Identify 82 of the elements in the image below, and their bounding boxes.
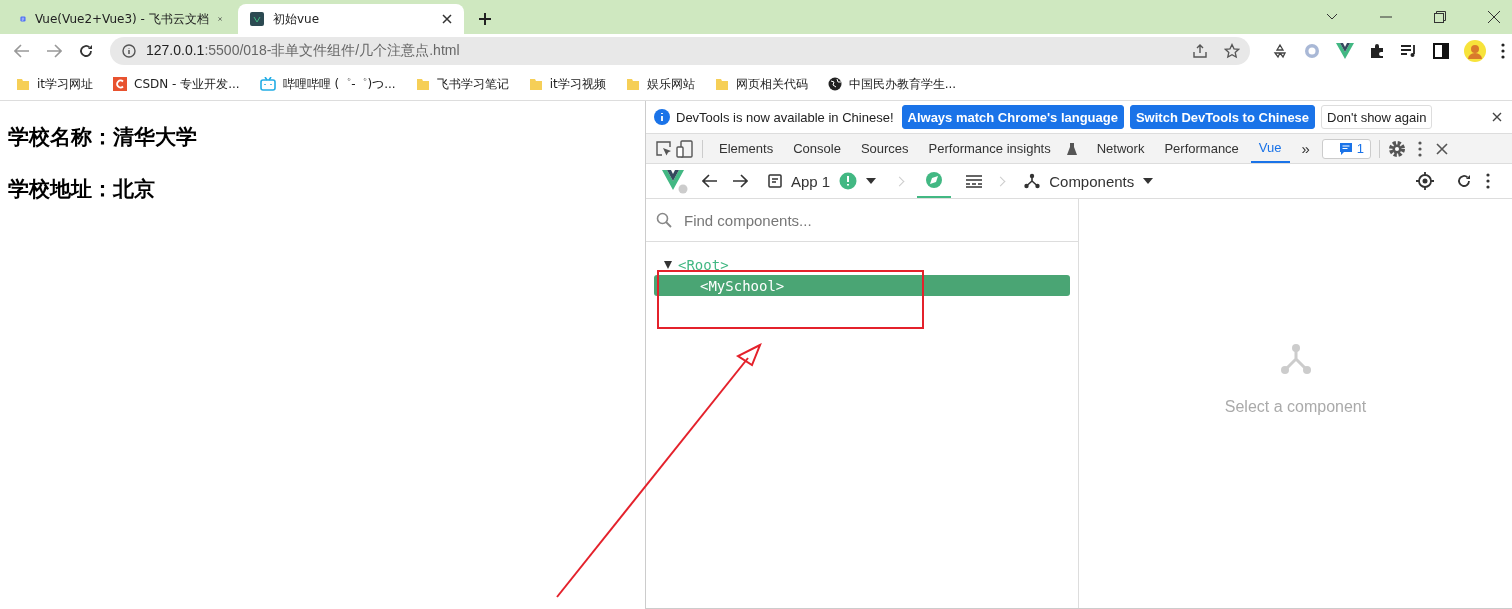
flask-icon bbox=[1066, 142, 1077, 155]
bookmark[interactable]: it学习视频 bbox=[528, 75, 606, 93]
media-icon[interactable] bbox=[1400, 44, 1418, 58]
hierarchy-icon bbox=[1024, 173, 1041, 189]
bookmark[interactable]: 飞书学习笔记 bbox=[415, 75, 509, 93]
avatar-icon[interactable] bbox=[1464, 40, 1486, 62]
close-icon[interactable] bbox=[1492, 112, 1502, 122]
info-message: DevTools is now available in Chinese! bbox=[676, 109, 894, 125]
language-button[interactable]: Switch DevTools to Chinese bbox=[1129, 105, 1316, 129]
plus-icon[interactable] bbox=[478, 11, 492, 26]
devtools-tab[interactable]: Vue bbox=[1250, 134, 1290, 163]
heading-text: 学校地址：北京 bbox=[8, 176, 156, 203]
app-selector[interactable]: App 1 bbox=[762, 172, 883, 190]
back-icon[interactable] bbox=[702, 174, 718, 188]
bookmark[interactable]: 哔哩哔哩 (゜-゜)つ... bbox=[259, 75, 396, 93]
puzzle-icon[interactable] bbox=[1369, 43, 1385, 59]
star-icon[interactable] bbox=[1224, 43, 1240, 59]
folder-icon bbox=[625, 77, 640, 91]
view-selector[interactable]: Components bbox=[1018, 172, 1160, 190]
component-name: <Root> bbox=[678, 256, 729, 273]
chevron-down-icon[interactable] bbox=[1326, 13, 1338, 21]
tab-title: 初始vue bbox=[273, 10, 321, 28]
devtools-tab[interactable]: Sources bbox=[852, 134, 917, 163]
timeline-icon[interactable] bbox=[965, 174, 984, 188]
caret-icon bbox=[1143, 178, 1154, 184]
dismiss-button[interactable]: Don't show again bbox=[1321, 105, 1433, 129]
caret-down-icon bbox=[664, 260, 672, 269]
vue-logo-icon[interactable] bbox=[1336, 43, 1354, 59]
app-icon bbox=[768, 174, 782, 188]
devtools-tab[interactable]: Elements bbox=[711, 134, 782, 163]
csdn-logo-icon bbox=[113, 77, 128, 91]
globe-icon bbox=[827, 77, 842, 91]
more-tabs-button[interactable]: » bbox=[1301, 140, 1310, 157]
more-icon[interactable] bbox=[1501, 43, 1505, 59]
folder-icon bbox=[16, 77, 30, 91]
heading-text: 学校名称：清华大学 bbox=[8, 124, 198, 151]
bookmark[interactable]: CSDN - 专业开发... bbox=[113, 75, 240, 93]
address-bar[interactable]: 127.0.0.1:5500/018-非单文件组件/几个注意点.html bbox=[110, 37, 1250, 65]
bookmark[interactable]: 网页相关代码 bbox=[714, 75, 808, 93]
issues-button[interactable]: 1 bbox=[1321, 138, 1372, 159]
empty-state-text: Select a component bbox=[1224, 397, 1367, 416]
reload-icon[interactable] bbox=[78, 43, 94, 59]
folder-icon bbox=[714, 77, 729, 91]
close-icon[interactable] bbox=[1436, 142, 1449, 155]
reload-icon[interactable] bbox=[1456, 173, 1472, 189]
devtools-tab[interactable]: Performance insights bbox=[920, 134, 1085, 163]
devtools-tab[interactable]: Network bbox=[1088, 134, 1153, 163]
restore-icon[interactable] bbox=[1434, 11, 1446, 23]
language-button[interactable]: Always match Chrome's language bbox=[901, 105, 1124, 129]
share-icon[interactable] bbox=[1192, 43, 1208, 59]
settings-icon[interactable] bbox=[1388, 139, 1407, 158]
tv-icon bbox=[259, 77, 276, 91]
badge-icon bbox=[839, 172, 858, 190]
url-text: 127.0.0.1:5500/018-非单文件组件/几个注意点.html bbox=[146, 42, 460, 60]
close-icon[interactable] bbox=[1488, 11, 1500, 23]
target-icon[interactable] bbox=[1416, 172, 1434, 190]
browser-tab[interactable]: 初始vue bbox=[238, 4, 464, 34]
component-name: <MySchool> bbox=[700, 277, 785, 294]
folder-icon bbox=[415, 77, 430, 91]
page-icon bbox=[250, 12, 264, 26]
bookmark[interactable]: it学习网址 bbox=[16, 75, 94, 93]
bookmark[interactable]: 娱乐网站 bbox=[625, 75, 695, 93]
info-icon bbox=[122, 44, 136, 58]
search-icon bbox=[656, 212, 672, 228]
folder-icon bbox=[528, 77, 543, 91]
browser-tab[interactable]: Vue(Vue2+Vue3) - 飞书云文档 bbox=[8, 4, 234, 34]
more-icon[interactable] bbox=[1486, 173, 1490, 189]
more-icon[interactable] bbox=[1418, 140, 1423, 157]
devtools-tab[interactable]: Performance bbox=[1156, 134, 1247, 163]
hierarchy-icon bbox=[1278, 341, 1313, 376]
info-icon bbox=[654, 109, 670, 125]
vue-logo-icon bbox=[662, 168, 688, 194]
tab-title: Vue(Vue2+Vue3) - 飞书云文档 bbox=[34, 10, 209, 28]
devtools-tab[interactable]: Console bbox=[785, 134, 849, 163]
message-icon bbox=[1338, 142, 1353, 155]
side-panel-icon[interactable] bbox=[1433, 43, 1449, 59]
bookmark[interactable]: 中国民办教育学生... bbox=[827, 75, 957, 93]
close-icon[interactable] bbox=[442, 14, 452, 24]
device-icon[interactable] bbox=[676, 139, 694, 158]
inspect-icon[interactable] bbox=[656, 140, 672, 157]
forward-icon[interactable] bbox=[732, 174, 748, 188]
caret-icon bbox=[866, 178, 877, 184]
